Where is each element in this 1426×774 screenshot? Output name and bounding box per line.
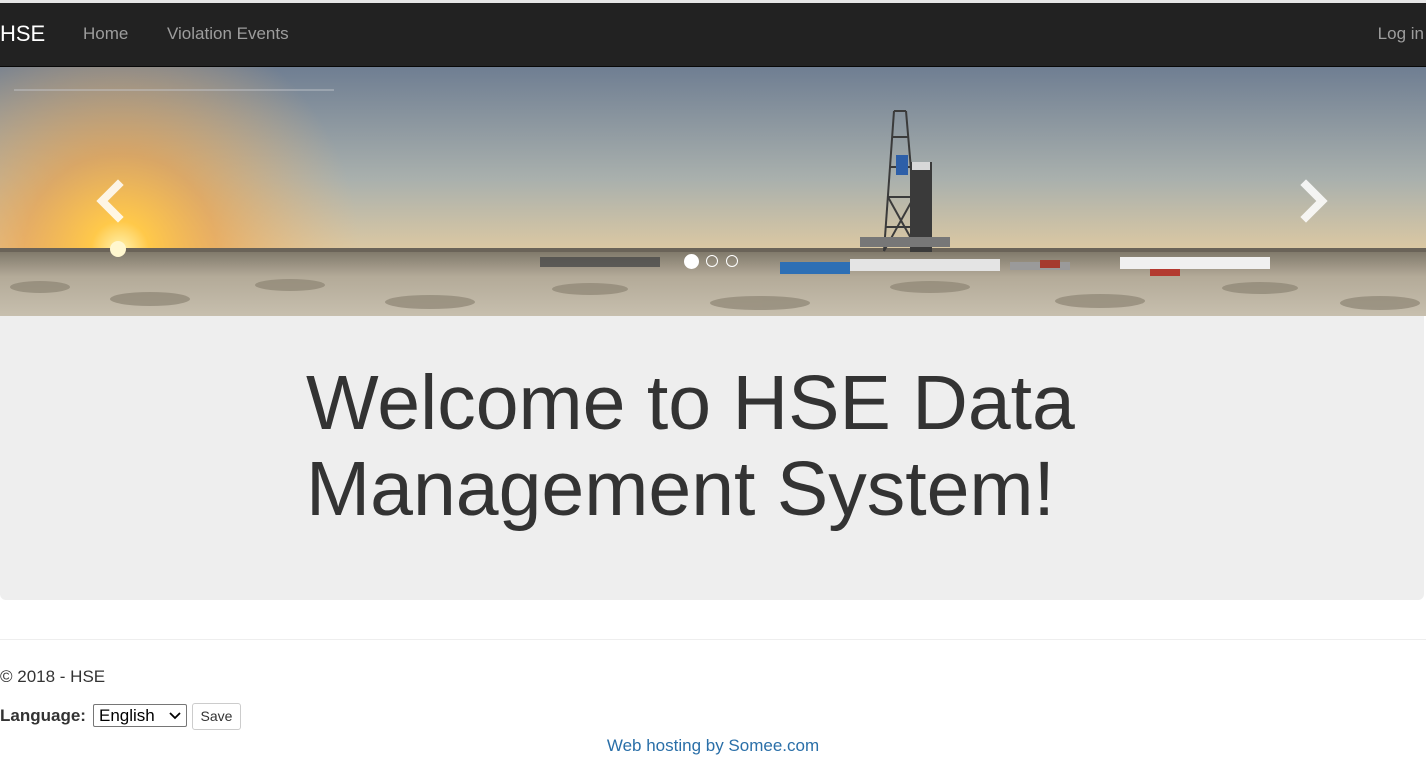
login-link[interactable]: Log in [1378, 24, 1424, 44]
carousel-indicator-1[interactable] [684, 254, 699, 269]
hosting-link[interactable]: Web hosting by Somee.com [0, 736, 1426, 756]
chevron-right-icon[interactable] [1284, 171, 1344, 231]
footer-divider [0, 639, 1426, 640]
oil-rig-sunset-image [0, 67, 1426, 316]
chevron-left-icon[interactable] [80, 171, 140, 231]
image-carousel [0, 67, 1426, 316]
nav-violation-events-link[interactable]: Violation Events [167, 24, 289, 44]
copyright-text: © 2018 - HSE [0, 667, 106, 686]
brand-link[interactable]: HSE [0, 21, 45, 47]
language-select-value: English [99, 706, 155, 725]
carousel-indicator-3[interactable] [726, 255, 738, 267]
language-label: Language: [0, 706, 86, 725]
carousel-indicator-2[interactable] [706, 255, 718, 267]
chevron-down-icon [169, 712, 181, 720]
jumbotron: Welcome to HSE Data Management System! [0, 316, 1424, 600]
nav-home-link[interactable]: Home [83, 24, 128, 44]
page-title: Welcome to HSE Data Management System! [306, 360, 1075, 532]
navbar: HSE Home Violation Events Log in [0, 3, 1426, 67]
save-button[interactable]: Save [192, 703, 241, 730]
language-select[interactable]: English [93, 704, 187, 727]
